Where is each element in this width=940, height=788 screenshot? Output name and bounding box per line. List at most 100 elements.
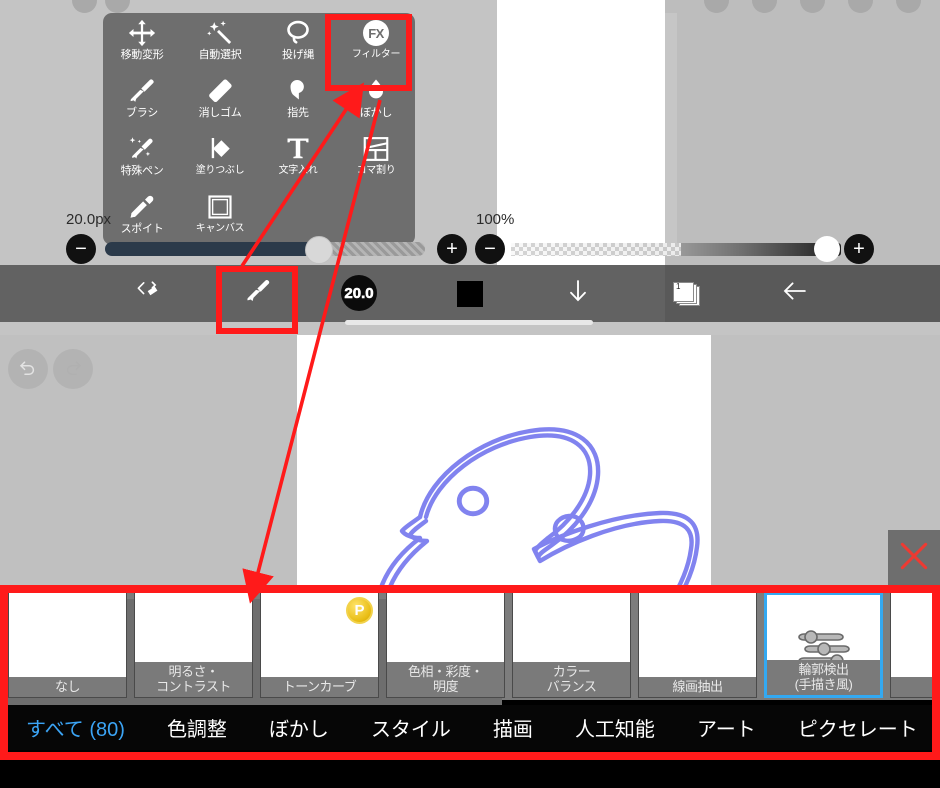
- scroll-indicator-left: [10, 585, 495, 590]
- filter-thumb-contour[interactable]: 輪郭: [890, 592, 940, 698]
- home-indicator: [345, 320, 593, 325]
- arrow-left-icon: [779, 275, 811, 312]
- opacity-slider-knob[interactable]: [814, 236, 840, 262]
- opacity-checker: [511, 243, 681, 256]
- layers-button[interactable]: 1: [663, 265, 709, 322]
- magic-wand-icon: [205, 18, 235, 48]
- tool-special-pen[interactable]: 特殊ペン: [103, 129, 181, 187]
- filter-thumb-label-line1: 輪郭検出: [798, 662, 849, 677]
- tab-ai[interactable]: 人工知能: [561, 713, 669, 742]
- arrow-down-icon: [563, 276, 593, 311]
- text-tool-icon: [283, 134, 313, 164]
- panel-divide-icon: [361, 134, 391, 164]
- opacity-label: 100%: [476, 211, 515, 228]
- tab-color-adjust[interactable]: 色調整: [153, 713, 241, 742]
- annotation-box-filter-tool: [325, 14, 412, 91]
- filter-thumb-label-line2: コントラスト: [156, 679, 231, 694]
- tool-label: 投げ縄: [281, 49, 315, 61]
- scroll-indicator-right: [495, 585, 795, 590]
- tool-text[interactable]: 文字入れ: [259, 129, 337, 187]
- canvas-icon: [205, 192, 235, 222]
- tool-canvas[interactable]: キャンバス: [181, 187, 259, 245]
- tab-art[interactable]: アート: [683, 713, 770, 742]
- filter-thumb-tone-curve[interactable]: P トーンカーブ: [260, 592, 379, 698]
- filter-thumb-label: 線画抽出: [639, 677, 756, 697]
- tab-blur[interactable]: ぼかし: [255, 713, 343, 742]
- tool-label: キャンバス: [195, 223, 245, 234]
- opacity-slider[interactable]: [511, 243, 841, 256]
- filter-thumb-label-line1: 明るさ・: [168, 664, 219, 679]
- tool-label: ブラシ: [126, 107, 158, 119]
- tool-label: ぼかし: [359, 107, 393, 119]
- color-swatch-icon: [457, 280, 483, 307]
- filter-thumb-brightness-contrast[interactable]: 明るさ・ コントラスト: [134, 592, 253, 698]
- filter-thumb-label-line2: バランス: [546, 679, 597, 694]
- tool-move-transform[interactable]: 移動変形: [103, 13, 181, 71]
- brush-size-slider[interactable]: [105, 242, 425, 256]
- brush-size-indicator[interactable]: 20.0: [341, 275, 377, 311]
- tool-eraser[interactable]: 消しゴム: [181, 71, 259, 129]
- bottom-black-strip: [0, 760, 940, 788]
- tool-auto-select[interactable]: 自動選択: [181, 13, 259, 71]
- eraser-icon: [205, 76, 235, 106]
- move-transform-icon: [127, 18, 157, 48]
- upper-gray-backdrop: [665, 0, 940, 265]
- filter-thumb-color-balance[interactable]: カラー バランス: [512, 592, 631, 698]
- filter-thumb-label-line2: (手描き風): [794, 677, 853, 692]
- tool-brush[interactable]: ブラシ: [103, 71, 181, 129]
- filter-thumb-label: トーンカーブ: [261, 677, 378, 697]
- download-button[interactable]: [553, 265, 603, 322]
- tool-fill[interactable]: 塗りつぶし: [181, 129, 259, 187]
- screenshot-root: 移動変形 自動選択 投げ縄 FX フィルター ブラシ 消しゴム 指先 ぼかし 特…: [0, 0, 940, 788]
- filter-thumb-label: なし: [9, 677, 126, 697]
- tool-eyedropper[interactable]: スポイト: [103, 187, 181, 245]
- filter-thumb-hsl[interactable]: 色相・彩度・ 明度: [386, 592, 505, 698]
- upper-screenshot-region: 移動変形 自動選択 投げ縄 FX フィルター ブラシ 消しゴム 指先 ぼかし 特…: [0, 0, 940, 335]
- annotation-box-brush-tool: [216, 266, 298, 334]
- tool-panel-divide[interactable]: コマ割り: [337, 129, 415, 187]
- tool-label: 特殊ペン: [120, 165, 164, 177]
- close-x-icon: [894, 536, 934, 581]
- fill-bucket-icon: [205, 134, 235, 164]
- layers-icon: 1: [673, 281, 700, 306]
- opacity-decrease-button[interactable]: −: [475, 234, 505, 264]
- tool-label: コマ割り: [356, 165, 396, 176]
- tab-style[interactable]: スタイル: [357, 713, 465, 742]
- filter-category-tabbar[interactable]: すべて (80) 色調整 ぼかし スタイル 描画 人工知能 アート ピクセレート: [0, 705, 940, 750]
- undo-redo-tool-button[interactable]: [122, 265, 172, 322]
- filter-thumb-none[interactable]: なし: [8, 592, 127, 698]
- filter-drawer: なし 明るさ・ コントラスト P トーンカーブ 色相・彩度・ 明度 カラー バラ…: [0, 585, 940, 760]
- color-swatch-button[interactable]: [445, 265, 495, 322]
- smudge-finger-icon: [283, 76, 313, 106]
- undo-redo-icon: [133, 277, 161, 310]
- premium-badge: P: [346, 597, 373, 624]
- top-cut-button-1[interactable]: [72, 0, 97, 13]
- special-pen-icon: [127, 134, 157, 164]
- minus-icon: −: [484, 238, 496, 260]
- filter-thumb-label: 輪郭: [891, 677, 940, 697]
- tab-all[interactable]: すべて (80): [12, 713, 139, 742]
- brush-size-decrease-button[interactable]: −: [66, 234, 96, 264]
- filter-thumb-label-line1: カラー: [552, 664, 591, 679]
- filter-thumb-label-line2: 明度: [432, 679, 459, 694]
- tool-label: 自動選択: [198, 49, 242, 61]
- slider-fill: [105, 242, 310, 256]
- brush-size-slider-knob[interactable]: [305, 236, 333, 264]
- top-cut-button-2[interactable]: [105, 0, 130, 13]
- tool-label: 塗りつぶし: [195, 165, 245, 176]
- filter-thumb-line-extract[interactable]: 線画抽出: [638, 592, 757, 698]
- lasso-icon: [283, 18, 313, 48]
- tool-label: 移動変形: [120, 49, 164, 61]
- brush-size-increase-button[interactable]: +: [437, 234, 467, 264]
- opacity-increase-button[interactable]: +: [844, 234, 874, 264]
- tool-label: 指先: [287, 107, 309, 119]
- plus-icon: +: [853, 238, 865, 260]
- tab-drawing[interactable]: 描画: [479, 713, 547, 742]
- close-button[interactable]: [888, 530, 940, 586]
- brush-icon: [127, 76, 157, 106]
- brush-size-label: 20.0px: [66, 211, 112, 228]
- back-button[interactable]: [770, 265, 820, 322]
- filter-thumb-contour-detect-handdrawn[interactable]: 輪郭検出 (手描き風): [764, 592, 883, 698]
- plus-icon: +: [446, 238, 458, 260]
- tab-pixelate[interactable]: ピクセレート: [784, 713, 932, 742]
